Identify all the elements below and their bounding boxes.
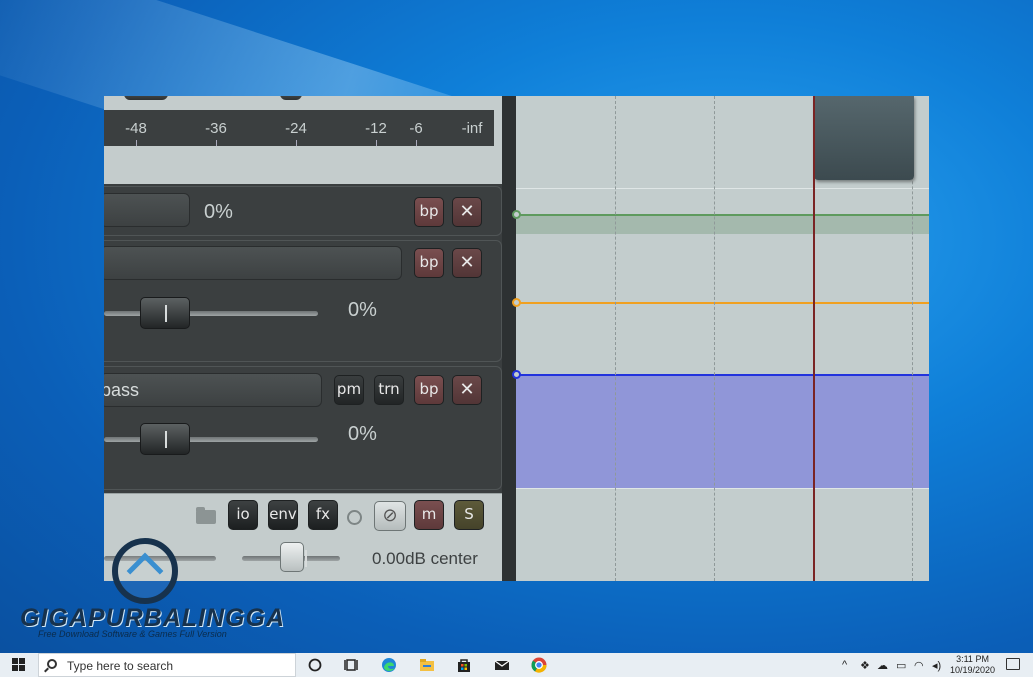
fx-name-field[interactable] [104,246,402,280]
wet-percent: 0% [348,299,377,321]
panel-divider[interactable] [502,96,516,581]
clock-date: 10/19/2020 [950,665,996,675]
scale-tick [376,140,377,146]
wet-slider-knob[interactable] [140,423,190,455]
onedrive-icon[interactable]: ☁ [877,659,888,672]
pan-slider-knob[interactable] [280,542,307,572]
wet-percent: 0% [348,423,377,445]
cortana-icon[interactable] [306,656,324,674]
wet-slider-track[interactable] [104,437,318,442]
pm-button[interactable]: pm [334,375,364,405]
grid-line [714,96,715,581]
bypass-button[interactable]: bp [414,248,444,278]
search-placeholder: Type here to search [67,659,174,673]
scale-label: -36 [205,120,227,137]
watermark-subtitle: Free Download Software & Games Full Vers… [38,629,227,639]
arrange-view[interactable] [512,96,929,581]
volume-pan-readout: 0.00dB center [372,549,478,568]
media-item[interactable] [814,96,914,180]
notification-center-icon[interactable] [1006,658,1020,670]
fx-row-3: pass pm trn bp ✕ 0% [104,366,502,490]
fx-name-field[interactable] [104,193,190,227]
scale-label: -24 [285,120,307,137]
wet-slider-knob[interactable] [140,297,190,329]
remove-button[interactable]: ✕ [452,197,482,227]
chevron-up-icon[interactable]: ^ [842,659,847,671]
envelope-blue-line[interactable] [516,374,929,376]
store-icon[interactable] [455,656,473,674]
taskbar-clock[interactable]: 3:11 PM 10/19/2020 [950,654,995,676]
mute-button[interactable]: m [414,500,444,530]
search-icon [47,659,57,669]
daw-window: -48 -36 -24 -12 -6 -inf 0% bp ✕ bp ✕ 0% … [104,96,929,581]
wet-percent: 0% [204,201,233,223]
wifi-icon[interactable]: ◠ [914,659,924,672]
volume-icon[interactable]: ◂) [932,659,941,672]
remove-button[interactable]: ✕ [452,248,482,278]
envelope-blue-fill [516,374,929,488]
envelope-point[interactable] [512,298,521,307]
record-arm-icon[interactable] [347,510,362,525]
battery-icon[interactable]: ▭ [896,659,906,672]
wet-slider-track[interactable] [104,311,318,316]
fader-knob[interactable] [280,96,302,100]
bypass-button[interactable]: bp [414,375,444,405]
scale-label: -12 [365,120,387,137]
env-button[interactable]: env [268,500,298,530]
envelope-point[interactable] [512,370,521,379]
fx-row-2: bp ✕ 0% [104,240,502,362]
scale-tick [216,140,217,146]
scale-tick [296,140,297,146]
dropbox-icon[interactable]: ❖ [860,659,870,672]
envelope-point[interactable] [512,210,521,219]
envelope-green-fill [516,214,929,234]
envelope-green-line[interactable] [516,214,929,216]
scale-tick [416,140,417,146]
scale-label: -6 [409,120,423,137]
fx-button[interactable]: fx [308,500,338,530]
meter-section: -48 -36 -24 -12 -6 -inf [104,96,504,184]
envelope-orange-line[interactable] [516,302,929,304]
scale-label: -inf [461,120,483,137]
folder-icon[interactable] [196,507,216,524]
edge-icon[interactable] [380,656,398,674]
remove-button[interactable]: ✕ [452,375,482,405]
chrome-icon[interactable] [530,656,548,674]
track-separator [516,488,929,489]
trn-button[interactable]: trn [374,375,404,405]
fx-row-1: 0% bp ✕ [104,186,502,236]
file-explorer-icon[interactable] [418,656,436,674]
mail-icon[interactable] [493,656,511,674]
clock-time: 3:11 PM [956,654,989,664]
watermark-logo-icon [112,538,178,604]
grid-line [615,96,616,581]
scale-tick [136,140,137,146]
taskbar: Type here to search ^ ❖ ☁ ▭ ◠ ◂) 3:11 PM… [0,653,1033,677]
windows-start-icon[interactable] [12,658,26,672]
fader-knob[interactable] [124,96,168,100]
mixer-panel: -48 -36 -24 -12 -6 -inf 0% bp ✕ bp ✕ 0% … [104,96,514,581]
solo-button[interactable]: S [454,500,484,530]
taskbar-search-box[interactable]: Type here to search [38,653,296,677]
bypass-button[interactable]: bp [414,197,444,227]
meter-scale: -48 -36 -24 -12 -6 -inf [104,110,494,146]
play-cursor[interactable] [813,96,815,581]
phase-invert-button[interactable]: ⊘ [374,501,406,531]
task-view-icon[interactable] [342,656,360,674]
scale-label: -48 [125,120,147,137]
io-button[interactable]: io [228,500,258,530]
fx-name-field[interactable]: pass [104,373,322,407]
track-separator [516,188,929,189]
